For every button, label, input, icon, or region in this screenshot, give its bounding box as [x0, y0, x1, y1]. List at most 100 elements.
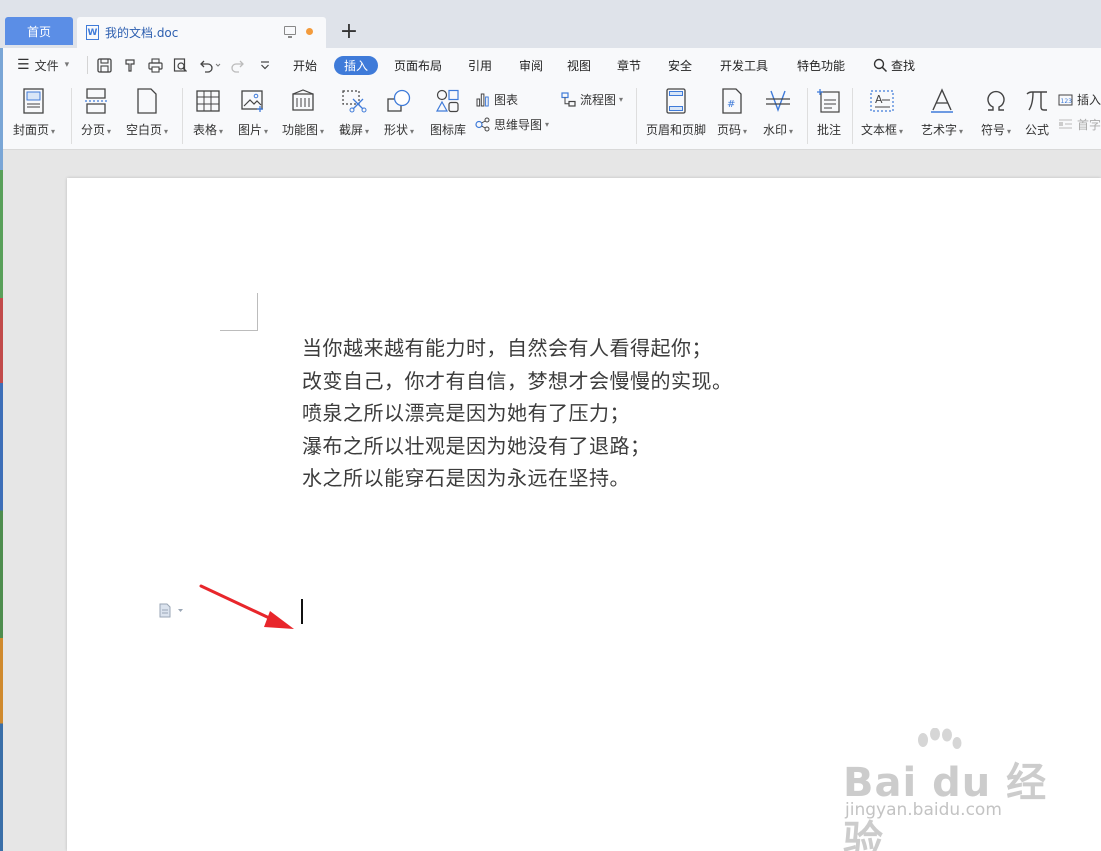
- page-number-button[interactable]: # 页码 ▾: [717, 88, 747, 138]
- menu-bar: ☰ 文件 ▾ 开始 插入 页面布局 引用 审阅 视图 章节 安全 开发工具 特色…: [3, 48, 1101, 82]
- text-box-button[interactable]: A 文本框 ▾: [861, 88, 903, 138]
- svg-text:#: #: [727, 99, 735, 110]
- divider: [852, 88, 853, 144]
- tab-document[interactable]: W 我的文档.doc: [77, 17, 326, 48]
- tab-bar: 首页 W 我的文档.doc +: [0, 0, 1101, 48]
- symbol-button[interactable]: 符号 ▾: [981, 88, 1011, 138]
- menu-page-layout[interactable]: 页面布局: [394, 56, 442, 75]
- word-art-icon: [929, 88, 955, 114]
- chevron-down-icon: ▾: [64, 60, 70, 70]
- function-chart-button[interactable]: 功能图 ▾: [282, 88, 324, 138]
- header-footer-label: 页眉和页脚: [646, 123, 707, 137]
- search-label: 查找: [891, 59, 916, 73]
- icon-library-icon: [435, 88, 461, 114]
- menu-view[interactable]: 视图: [567, 56, 591, 75]
- formula-button[interactable]: 公式: [1024, 88, 1050, 138]
- shape-label: 形状: [384, 123, 409, 137]
- divider: [87, 56, 88, 74]
- chart-button[interactable]: 图表: [475, 90, 518, 108]
- screenshot-icon: [341, 88, 367, 114]
- mind-map-button[interactable]: 思维导图 ▾: [475, 115, 549, 133]
- file-menu-label: 文件: [34, 58, 59, 73]
- cover-page-button[interactable]: 封面页 ▾: [13, 88, 55, 138]
- picture-button[interactable]: 图片 ▾: [238, 88, 268, 138]
- screenshot-button[interactable]: 截屏 ▾: [339, 88, 369, 138]
- divider: [182, 88, 183, 144]
- table-button[interactable]: 表格 ▾: [193, 88, 223, 138]
- quick-access-more-icon[interactable]: [256, 56, 274, 74]
- omega-icon: [983, 88, 1009, 114]
- format-painter-icon[interactable]: [121, 56, 139, 74]
- blank-page-icon: [134, 88, 160, 114]
- number-icon: 123: [1058, 92, 1073, 107]
- text-box-icon: A: [869, 88, 895, 114]
- menu-references[interactable]: 引用: [468, 56, 492, 75]
- menu-security[interactable]: 安全: [668, 56, 692, 75]
- undo-icon[interactable]: [197, 56, 223, 74]
- text-box-label: 文本框: [861, 123, 898, 137]
- table-icon: [195, 88, 221, 114]
- icon-library-button[interactable]: 图标库: [430, 88, 466, 138]
- symbol-label: 符号: [981, 123, 1006, 137]
- paragraph-options-icon[interactable]: [158, 602, 186, 618]
- menu-special-features[interactable]: 特色功能: [797, 56, 845, 75]
- cover-page-label: 封面页: [13, 123, 50, 137]
- menu-developer-tools[interactable]: 开发工具: [720, 56, 768, 75]
- file-menu[interactable]: ☰ 文件 ▾: [17, 56, 69, 74]
- insert-number-button[interactable]: 123 插入: [1058, 90, 1101, 108]
- tab-home[interactable]: 首页: [5, 17, 73, 45]
- svg-text:123: 123: [1061, 98, 1073, 105]
- paragraph-line: 喷泉之所以漂亮是因为她有了压力；: [302, 401, 630, 425]
- drop-cap-button[interactable]: 首字: [1058, 115, 1101, 133]
- new-tab-button[interactable]: +: [338, 19, 360, 44]
- page-break-label: 分页: [81, 123, 106, 137]
- header-footer-icon: [663, 88, 689, 114]
- drop-cap-label: 首字: [1077, 117, 1101, 132]
- page-break-button[interactable]: 分页 ▾: [81, 88, 111, 138]
- divider: [807, 88, 808, 144]
- menu-review[interactable]: 审阅: [519, 56, 543, 75]
- document-body[interactable]: 当你越来越有能力时，自然会有人看得起你； 改变自己，你才有自信，梦想才会慢慢的实…: [302, 332, 733, 495]
- function-chart-label: 功能图: [282, 123, 319, 137]
- flowchart-icon: [561, 91, 576, 107]
- mind-map-icon: [475, 117, 490, 132]
- table-label: 表格: [193, 123, 218, 137]
- shape-icon: [386, 88, 412, 114]
- save-icon[interactable]: [95, 56, 113, 74]
- drop-cap-icon: [1058, 117, 1073, 132]
- menu-chapter[interactable]: 章节: [617, 56, 641, 75]
- word-art-button[interactable]: 艺术字 ▾: [921, 88, 963, 138]
- blank-page-label: 空白页: [126, 123, 163, 137]
- tab-document-title: 我的文档.doc: [105, 26, 179, 40]
- flowchart-button[interactable]: 流程图 ▾: [561, 90, 623, 108]
- divider: [636, 88, 637, 144]
- comment-label: 批注: [816, 123, 841, 137]
- monitor-icon[interactable]: [284, 26, 296, 38]
- menu-start[interactable]: 开始: [293, 56, 317, 75]
- word-document-icon: W: [86, 25, 99, 40]
- mind-map-label: 思维导图: [494, 117, 543, 132]
- print-icon[interactable]: [146, 56, 164, 74]
- divider: [71, 88, 72, 144]
- insert-number-label: 插入: [1077, 92, 1101, 107]
- margin-corner-mark: [220, 330, 258, 331]
- watermark-label: 水印: [763, 123, 788, 137]
- comment-button[interactable]: 批注: [816, 88, 842, 138]
- flowchart-label: 流程图: [580, 92, 617, 107]
- search-icon: [873, 58, 888, 73]
- print-preview-icon[interactable]: [171, 56, 189, 74]
- function-chart-icon: [290, 88, 316, 114]
- shape-button[interactable]: 形状 ▾: [384, 88, 414, 138]
- pi-icon: [1024, 88, 1050, 114]
- picture-label: 图片: [238, 123, 263, 137]
- search-button[interactable]: 查找: [873, 56, 915, 75]
- watermark-button[interactable]: 水印 ▾: [763, 88, 793, 138]
- word-art-label: 艺术字: [921, 123, 958, 137]
- blank-page-button[interactable]: 空白页 ▾: [126, 88, 168, 138]
- formula-label: 公式: [1024, 123, 1049, 137]
- watermark-url: jingyan.baidu.com: [845, 800, 1002, 820]
- menu-insert[interactable]: 插入: [334, 56, 379, 75]
- header-footer-button[interactable]: 页眉和页脚: [646, 88, 706, 138]
- bar-chart-icon: [475, 92, 490, 107]
- redo-icon[interactable]: [229, 56, 247, 74]
